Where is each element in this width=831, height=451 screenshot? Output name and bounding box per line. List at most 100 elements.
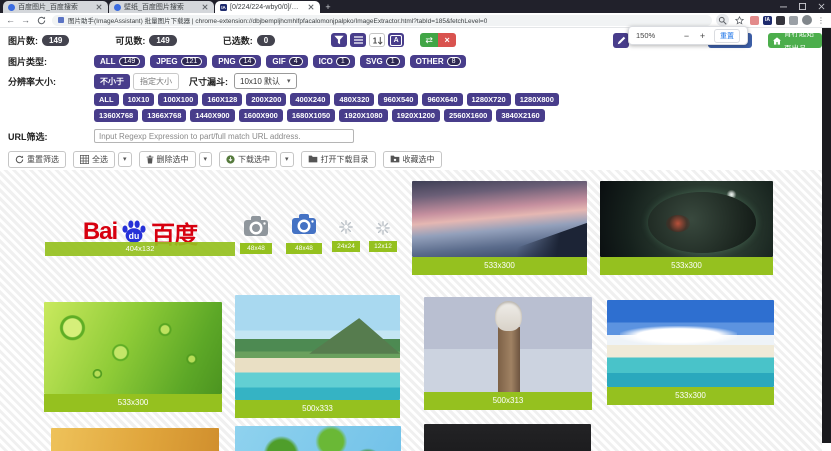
- new-tab-button[interactable]: +: [321, 1, 335, 13]
- address-bar[interactable]: 图片助手(ImageAssistant) 批量图片下载器 | chrome-ex…: [52, 15, 712, 26]
- type-chip-svg[interactable]: SVG1: [360, 55, 405, 68]
- photo-owl: [424, 297, 592, 392]
- photo-mountain: [412, 181, 587, 257]
- size-chip-200x200[interactable]: 200X200: [246, 93, 286, 106]
- action-button-5[interactable]: 打开下载目录: [301, 151, 376, 168]
- action-button-3[interactable]: 删除选中: [139, 151, 196, 168]
- maximize-icon[interactable]: [793, 0, 812, 12]
- size-chip-1366x768[interactable]: 1366X768: [142, 109, 186, 122]
- alt-text-button[interactable]: A: [388, 33, 404, 47]
- image-thumbnail-photo-dark[interactable]: [424, 424, 591, 451]
- size-funnel-select[interactable]: 10x10 默认 ▾: [234, 73, 297, 89]
- action-dropdown-caret[interactable]: ▾: [118, 152, 132, 167]
- image-thumbnail-photo-gold[interactable]: [51, 428, 219, 451]
- image-thumbnail-icon-camera-gray[interactable]: 48x48: [240, 210, 272, 254]
- action-button-1[interactable]: 重置筛选: [8, 151, 66, 168]
- image-thumbnail-photo-leaves[interactable]: [235, 426, 401, 451]
- size-chip-1280x800[interactable]: 1280X800: [515, 93, 559, 106]
- image-thumbnail-photo-night[interactable]: [606, 426, 774, 451]
- action-button-2[interactable]: 全选: [73, 151, 115, 168]
- close-extractor-button[interactable]: ×: [438, 33, 456, 47]
- image-thumbnail-photo-green-droplets[interactable]: 533x300: [44, 302, 222, 412]
- size-chip-1360x768[interactable]: 1360X768: [94, 109, 138, 122]
- tab-close-icon[interactable]: [95, 3, 103, 11]
- image-thumbnail-icon-spinner-12[interactable]: 12x12: [369, 216, 397, 252]
- zoom-reset-button[interactable]: 重置: [714, 29, 740, 43]
- size-chip-10x10[interactable]: 10X10: [123, 93, 155, 106]
- size-chip-1440x900[interactable]: 1440X900: [190, 109, 234, 122]
- swap-close-group: ⇄ ×: [420, 33, 456, 47]
- photo-dark: [424, 424, 591, 451]
- brand-badge[interactable]: 青柠起始页出品: [768, 33, 822, 48]
- sort-order-button[interactable]: 1: [369, 33, 385, 47]
- url-filter-input[interactable]: [94, 129, 354, 143]
- zoom-indicator-icon[interactable]: [716, 14, 729, 26]
- image-thumbnail-photo-tropical-beach[interactable]: 500x333: [235, 295, 400, 418]
- action-button-6[interactable]: 收藏选中: [383, 151, 442, 168]
- brand-badge-label: 青柠起始页出品: [784, 26, 817, 56]
- mode-exact-button[interactable]: 指定大小: [133, 73, 179, 90]
- type-chip-all[interactable]: ALL149: [94, 55, 145, 68]
- zoom-out-button[interactable]: −: [682, 31, 691, 41]
- type-chip-count: 8: [447, 57, 461, 66]
- back-icon[interactable]: ←: [5, 14, 16, 27]
- minimize-icon[interactable]: [774, 0, 793, 12]
- tab-close-icon[interactable]: [307, 3, 315, 11]
- mode-not-smaller-button[interactable]: 不小于: [94, 74, 130, 89]
- size-chip-3840x2160[interactable]: 3840X2160: [496, 109, 544, 122]
- browser-tab-2[interactable]: 壁纸_百度图片搜索: [109, 1, 214, 13]
- size-chip-480x320[interactable]: 480X320: [334, 93, 374, 106]
- scrollbar[interactable]: [822, 28, 831, 443]
- type-chip-jpeg[interactable]: JPEG121: [150, 55, 207, 68]
- size-chip-1920x1200[interactable]: 1920X1200: [392, 109, 440, 122]
- image-thumbnail-photo-snowy-owl[interactable]: 500x313: [424, 297, 592, 410]
- size-chip-1600x900[interactable]: 1600X900: [239, 109, 283, 122]
- action-label: 收藏选中: [403, 154, 435, 165]
- image-assistant-extension-icon[interactable]: IA: [763, 16, 772, 25]
- profile-avatar[interactable]: [802, 15, 812, 25]
- menu-kebab-icon[interactable]: ⋮: [816, 16, 826, 25]
- image-thumbnail-icon-spinner-24[interactable]: 24x24: [332, 214, 360, 252]
- extension-icon-2[interactable]: [776, 16, 785, 25]
- size-chip-400x240[interactable]: 400X240: [290, 93, 330, 106]
- type-chip-gif[interactable]: GIF4: [266, 55, 307, 68]
- image-thumbnail-photo-space-planet[interactable]: 533x300: [600, 181, 773, 275]
- swap-button[interactable]: ⇄: [420, 33, 438, 47]
- type-chip-other[interactable]: OTHER8: [410, 55, 466, 68]
- bookmark-star-icon[interactable]: [733, 14, 746, 26]
- list-view-button[interactable]: [350, 33, 366, 47]
- forward-icon[interactable]: →: [20, 14, 31, 27]
- size-chip-160x128[interactable]: 160X128: [202, 93, 242, 106]
- action-dropdown-caret[interactable]: ▾: [280, 152, 294, 167]
- extension-icon-3[interactable]: [789, 16, 798, 25]
- reload-icon[interactable]: [35, 14, 48, 26]
- action-dropdown-caret[interactable]: ▾: [199, 152, 213, 167]
- size-chip-1280x720[interactable]: 1280X720: [467, 93, 511, 106]
- image-thumbnail-photo-mountain-fog[interactable]: 533x300: [412, 181, 587, 275]
- extension-icon-1[interactable]: [750, 16, 759, 25]
- filter-funnel-button[interactable]: [331, 33, 347, 47]
- tab-close-icon[interactable]: [201, 3, 209, 11]
- edit-button[interactable]: [613, 33, 629, 48]
- image-thumbnail-baidu-logo[interactable]: Baidu百度404x132: [45, 208, 235, 256]
- image-thumbnail-icon-camera-blue[interactable]: 48x48: [286, 206, 322, 254]
- browser-tab-1[interactable]: 百度图片_百度搜索: [3, 1, 108, 13]
- size-label: 500x333: [235, 400, 400, 418]
- size-chip-2560x1600[interactable]: 2560X1600: [444, 109, 492, 122]
- action-button-4[interactable]: 下载选中: [219, 151, 277, 168]
- size-chip-all[interactable]: ALL: [94, 93, 119, 106]
- size-chip-100x100[interactable]: 100X100: [158, 93, 198, 106]
- close-window-icon[interactable]: [812, 0, 831, 12]
- zoom-popup: 150% − + 重置: [628, 26, 748, 45]
- type-chip-ico[interactable]: ICO1: [313, 55, 355, 68]
- zoom-in-button[interactable]: +: [698, 31, 707, 41]
- size-chip-1920x1080[interactable]: 1920X1080: [339, 109, 387, 122]
- size-chip-1680x1050[interactable]: 1680X1050: [287, 109, 335, 122]
- size-chip-960x640[interactable]: 960X640: [422, 93, 462, 106]
- size-label: 404x132: [45, 242, 235, 256]
- image-thumbnail-photo-white-sand-beach[interactable]: 533x300: [607, 300, 774, 405]
- size-chip-960x540[interactable]: 960X540: [378, 93, 418, 106]
- type-chip-png[interactable]: PNG14: [212, 55, 261, 68]
- actions-row: 重置筛选全选▾删除选中▾下载选中▾打开下载目录收藏选中: [8, 150, 449, 168]
- browser-tab-3[interactable]: IA[0/224/224-wby0/0]/壁纸_百..: [215, 1, 320, 13]
